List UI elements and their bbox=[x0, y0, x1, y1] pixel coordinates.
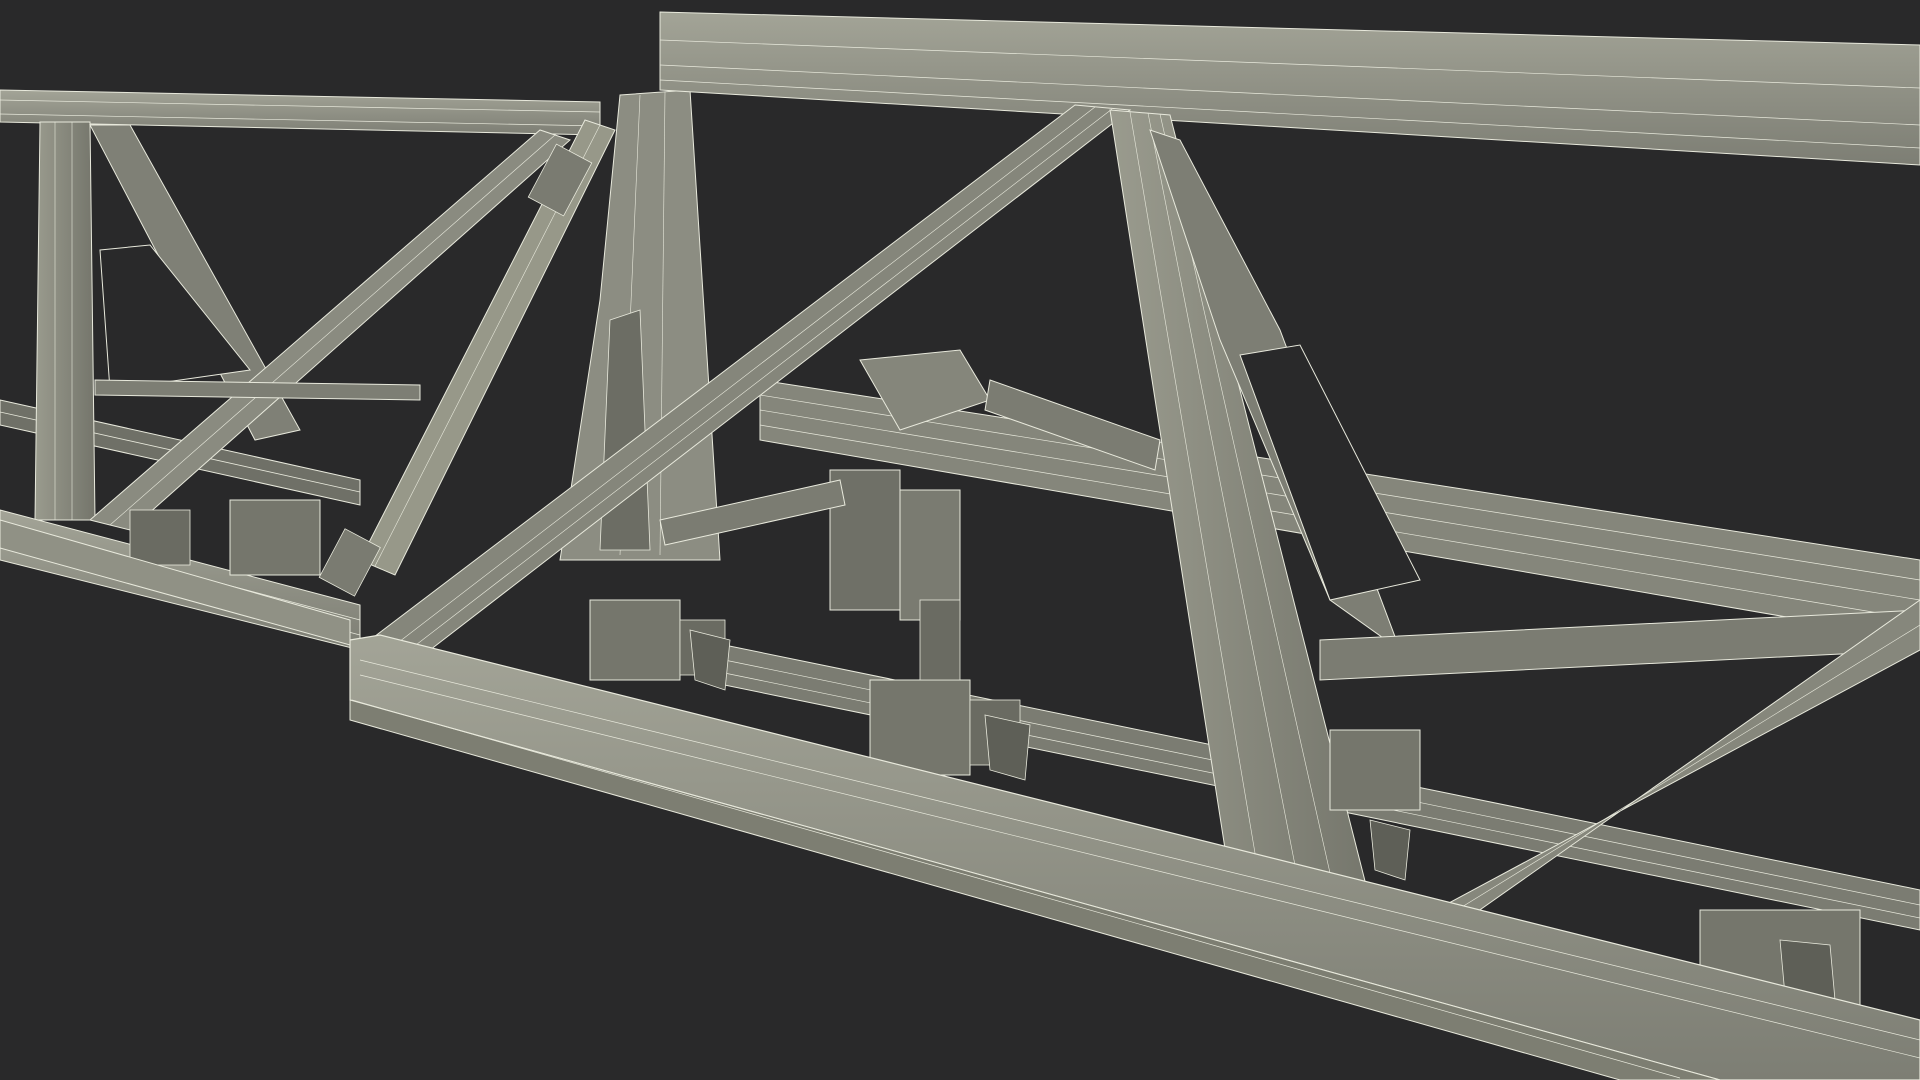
wireframe-render bbox=[0, 0, 1920, 1080]
render-viewport bbox=[0, 0, 1920, 1080]
